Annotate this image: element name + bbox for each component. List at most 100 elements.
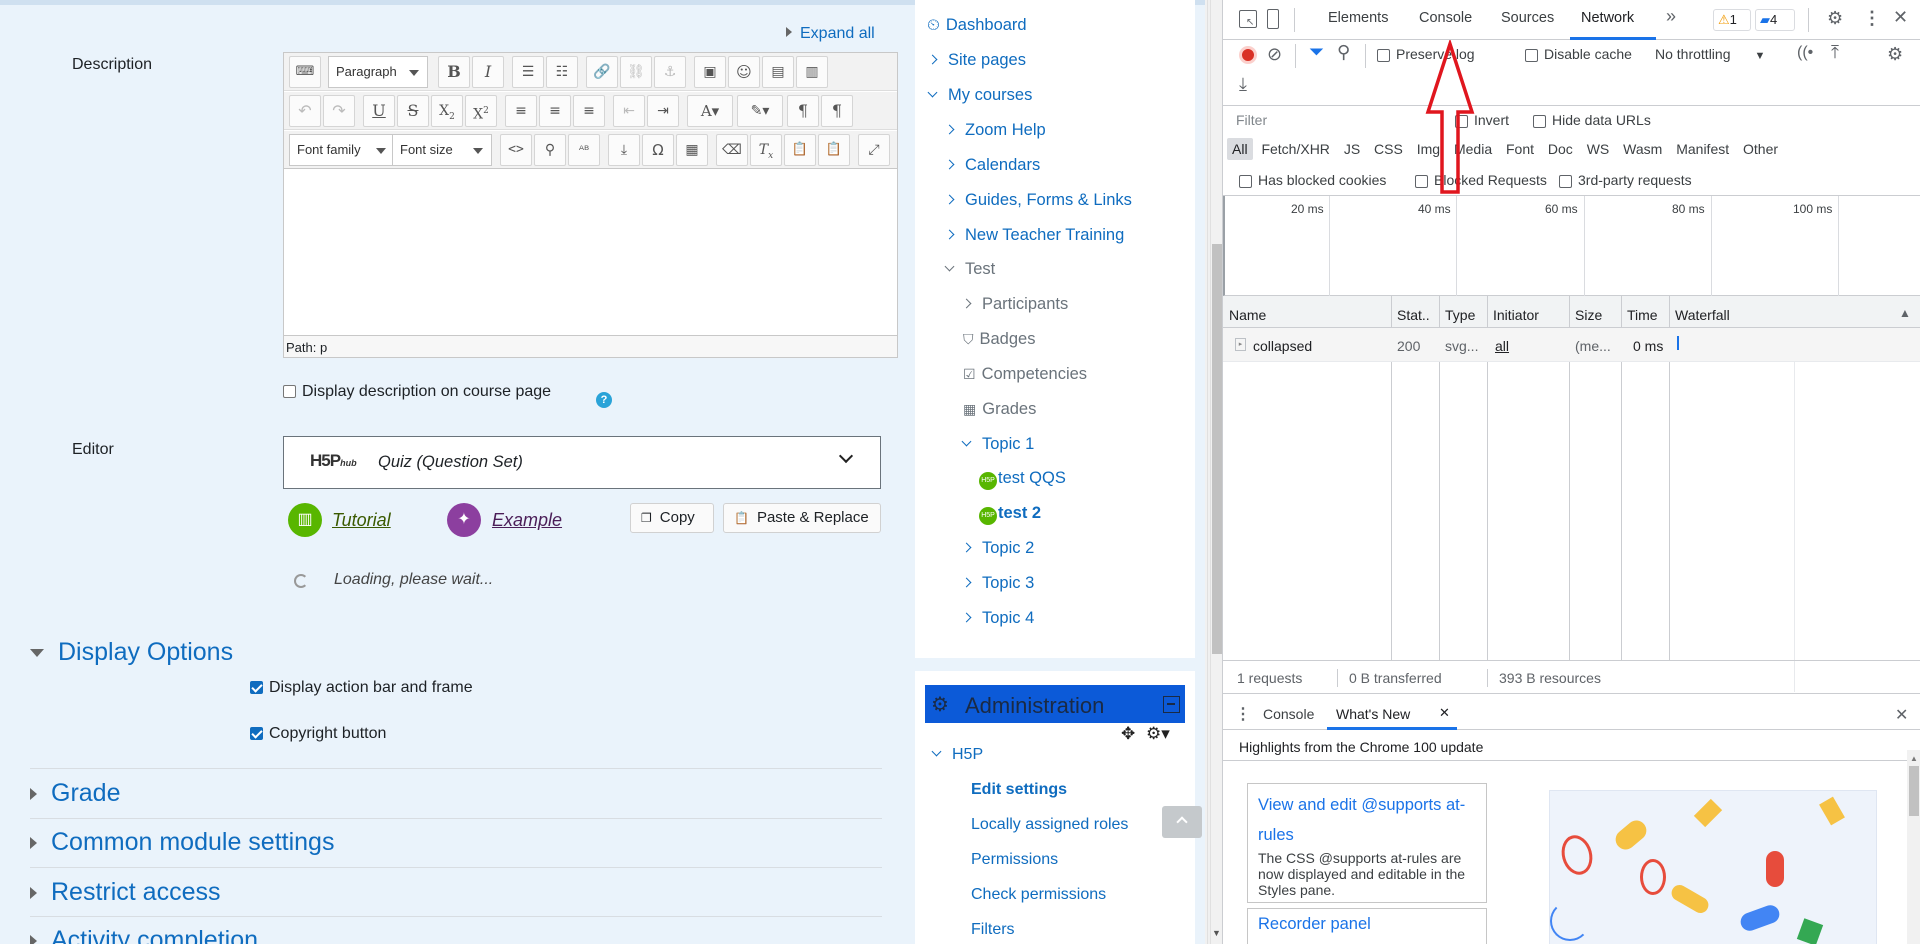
nav-my-courses[interactable]: My courses: [927, 86, 1032, 105]
scrollbar-thumb[interactable]: [1212, 244, 1222, 654]
hide-data-urls-option[interactable]: Hide data URLs: [1533, 112, 1651, 128]
display-action-bar-checkbox[interactable]: [250, 681, 263, 695]
nav-calendars[interactable]: Calendars: [944, 156, 1040, 175]
has-blocked-cookies-option[interactable]: Has blocked cookies: [1239, 172, 1386, 188]
throttling-select[interactable]: No throttling ▼: [1655, 46, 1765, 62]
nav-participants[interactable]: Participants: [961, 295, 1068, 314]
minimize-icon[interactable]: [1163, 696, 1180, 713]
emoticon-icon[interactable]: ☺: [728, 56, 760, 88]
filter-ws[interactable]: WS: [1582, 138, 1615, 160]
table-icon[interactable]: ▦: [676, 134, 708, 166]
rtl-icon[interactable]: ¶: [821, 95, 853, 127]
superscript-button[interactable]: X2: [465, 95, 497, 127]
drawer-tab-whats-new[interactable]: What's New: [1336, 706, 1410, 722]
move-icon[interactable]: ✥: [1121, 724, 1135, 744]
scroll-up-icon[interactable]: ▲: [1910, 754, 1918, 763]
tab-elements[interactable]: Elements: [1328, 10, 1388, 26]
tutorial-link[interactable]: Tutorial: [332, 510, 391, 531]
filter-wasm[interactable]: Wasm: [1618, 138, 1667, 160]
close-tab-icon[interactable]: ✕: [1439, 705, 1450, 721]
expand-all-link[interactable]: Expand all: [786, 25, 875, 43]
drawer-menu-icon[interactable]: ⋮: [1235, 704, 1251, 724]
scrollbar-thumb[interactable]: [1909, 766, 1919, 816]
paste-text-icon[interactable]: 📋: [784, 134, 816, 166]
back-to-top-button[interactable]: [1162, 806, 1202, 838]
example-link[interactable]: Example: [492, 510, 562, 531]
column-initiator[interactable]: Initiator: [1493, 307, 1539, 323]
redo-icon[interactable]: ↷: [323, 95, 355, 127]
close-drawer-icon[interactable]: ✕: [1895, 705, 1908, 725]
font-size-select[interactable]: Font size: [392, 134, 492, 166]
has-blocked-cookies-checkbox[interactable]: [1239, 174, 1252, 188]
nav-test-2[interactable]: H5P test 2: [979, 504, 1041, 525]
left-panel-scrollbar[interactable]: ▼: [1210, 0, 1222, 944]
image-icon[interactable]: ▣: [694, 56, 726, 88]
disable-cache-option[interactable]: Disable cache: [1525, 46, 1632, 62]
disable-cache-checkbox[interactable]: [1525, 48, 1538, 62]
manage-files-icon[interactable]: ▥: [796, 56, 828, 88]
filter-manifest[interactable]: Manifest: [1671, 138, 1734, 160]
tab-console[interactable]: Console: [1419, 10, 1472, 26]
clear-format-brush-icon[interactable]: ⌫: [716, 134, 748, 166]
filter-all[interactable]: All: [1227, 138, 1253, 160]
preserve-log-checkbox[interactable]: [1377, 48, 1390, 62]
media-icon[interactable]: ▤: [762, 56, 794, 88]
strikethrough-button[interactable]: S: [397, 95, 429, 127]
nav-grades[interactable]: ▦ Grades: [963, 400, 1036, 419]
section-activity-completion[interactable]: Activity completion: [30, 926, 258, 944]
special-char-icon[interactable]: Ω: [642, 134, 674, 166]
find-icon[interactable]: ⚲: [534, 134, 566, 166]
align-right-icon[interactable]: ≡: [573, 95, 605, 127]
keyboard-icon[interactable]: ⌨: [289, 56, 321, 88]
more-options-icon[interactable]: ⋮: [1863, 8, 1881, 29]
display-description-checkbox[interactable]: [283, 385, 296, 399]
filter-funnel-icon[interactable]: ⏷: [1309, 42, 1324, 64]
display-options-heading[interactable]: Display Options: [30, 638, 233, 667]
html-icon[interactable]: <>: [500, 134, 532, 166]
admin-check-permissions[interactable]: Check permissions: [971, 886, 1106, 904]
admin-h5p[interactable]: H5P: [931, 746, 983, 764]
clear-icon[interactable]: ⊘: [1267, 44, 1282, 65]
column-time[interactable]: Time: [1627, 307, 1658, 323]
nav-topic-1[interactable]: Topic 1: [961, 435, 1034, 454]
column-type[interactable]: Type: [1445, 307, 1475, 323]
paragraph-select[interactable]: Paragraph: [328, 56, 428, 88]
nav-topic-4[interactable]: Topic 4: [961, 609, 1034, 628]
feature-card-supports[interactable]: View and edit @supports at-rules The CSS…: [1247, 783, 1487, 903]
third-party-requests-checkbox[interactable]: [1559, 174, 1572, 188]
messages-badge[interactable]: ▰4: [1755, 9, 1795, 31]
import-har-icon[interactable]: ⤒: [1831, 42, 1839, 63]
column-status[interactable]: Stat..: [1397, 307, 1430, 323]
undo-icon[interactable]: ↶: [289, 95, 321, 127]
remove-format-icon[interactable]: Tx: [750, 134, 782, 166]
nav-zoom-help[interactable]: Zoom Help: [944, 121, 1046, 140]
network-conditions-icon[interactable]: ((•: [1797, 44, 1813, 62]
admin-edit-settings[interactable]: Edit settings: [971, 781, 1067, 799]
hide-data-urls-checkbox[interactable]: [1533, 114, 1546, 128]
bold-button[interactable]: B: [438, 56, 470, 88]
third-party-requests-option[interactable]: 3rd-party requests: [1559, 172, 1692, 188]
table-row[interactable]: ▸ collapsed 200 svg... all (me... 0 ms: [1223, 328, 1920, 362]
column-name[interactable]: Name: [1229, 307, 1266, 323]
link-icon[interactable]: 🔗: [586, 56, 618, 88]
admin-filters[interactable]: Filters: [971, 921, 1015, 939]
nav-test[interactable]: Test: [944, 260, 995, 279]
bullet-list-icon[interactable]: ☰: [512, 56, 544, 88]
section-restrict-access[interactable]: Restrict access: [30, 878, 220, 907]
record-icon[interactable]: [1239, 46, 1257, 64]
copyright-button-checkbox[interactable]: [250, 727, 263, 741]
device-toolbar-icon[interactable]: [1267, 9, 1279, 29]
section-grade[interactable]: Grade: [30, 779, 120, 808]
outdent-icon[interactable]: ⇤: [613, 95, 645, 127]
copy-button[interactable]: ❐ Copy: [630, 503, 714, 533]
nav-topic-3[interactable]: Topic 3: [961, 574, 1034, 593]
network-settings-icon[interactable]: ⚙: [1887, 44, 1903, 65]
filter-other[interactable]: Other: [1738, 138, 1783, 160]
gear-icon[interactable]: ⚙▾: [1146, 724, 1170, 744]
admin-permissions[interactable]: Permissions: [971, 851, 1058, 869]
filter-css[interactable]: CSS: [1369, 138, 1408, 160]
column-size[interactable]: Size: [1575, 307, 1602, 323]
italic-button[interactable]: I: [472, 56, 504, 88]
align-left-icon[interactable]: ≡: [505, 95, 537, 127]
drawer-tab-console[interactable]: Console: [1263, 706, 1314, 722]
